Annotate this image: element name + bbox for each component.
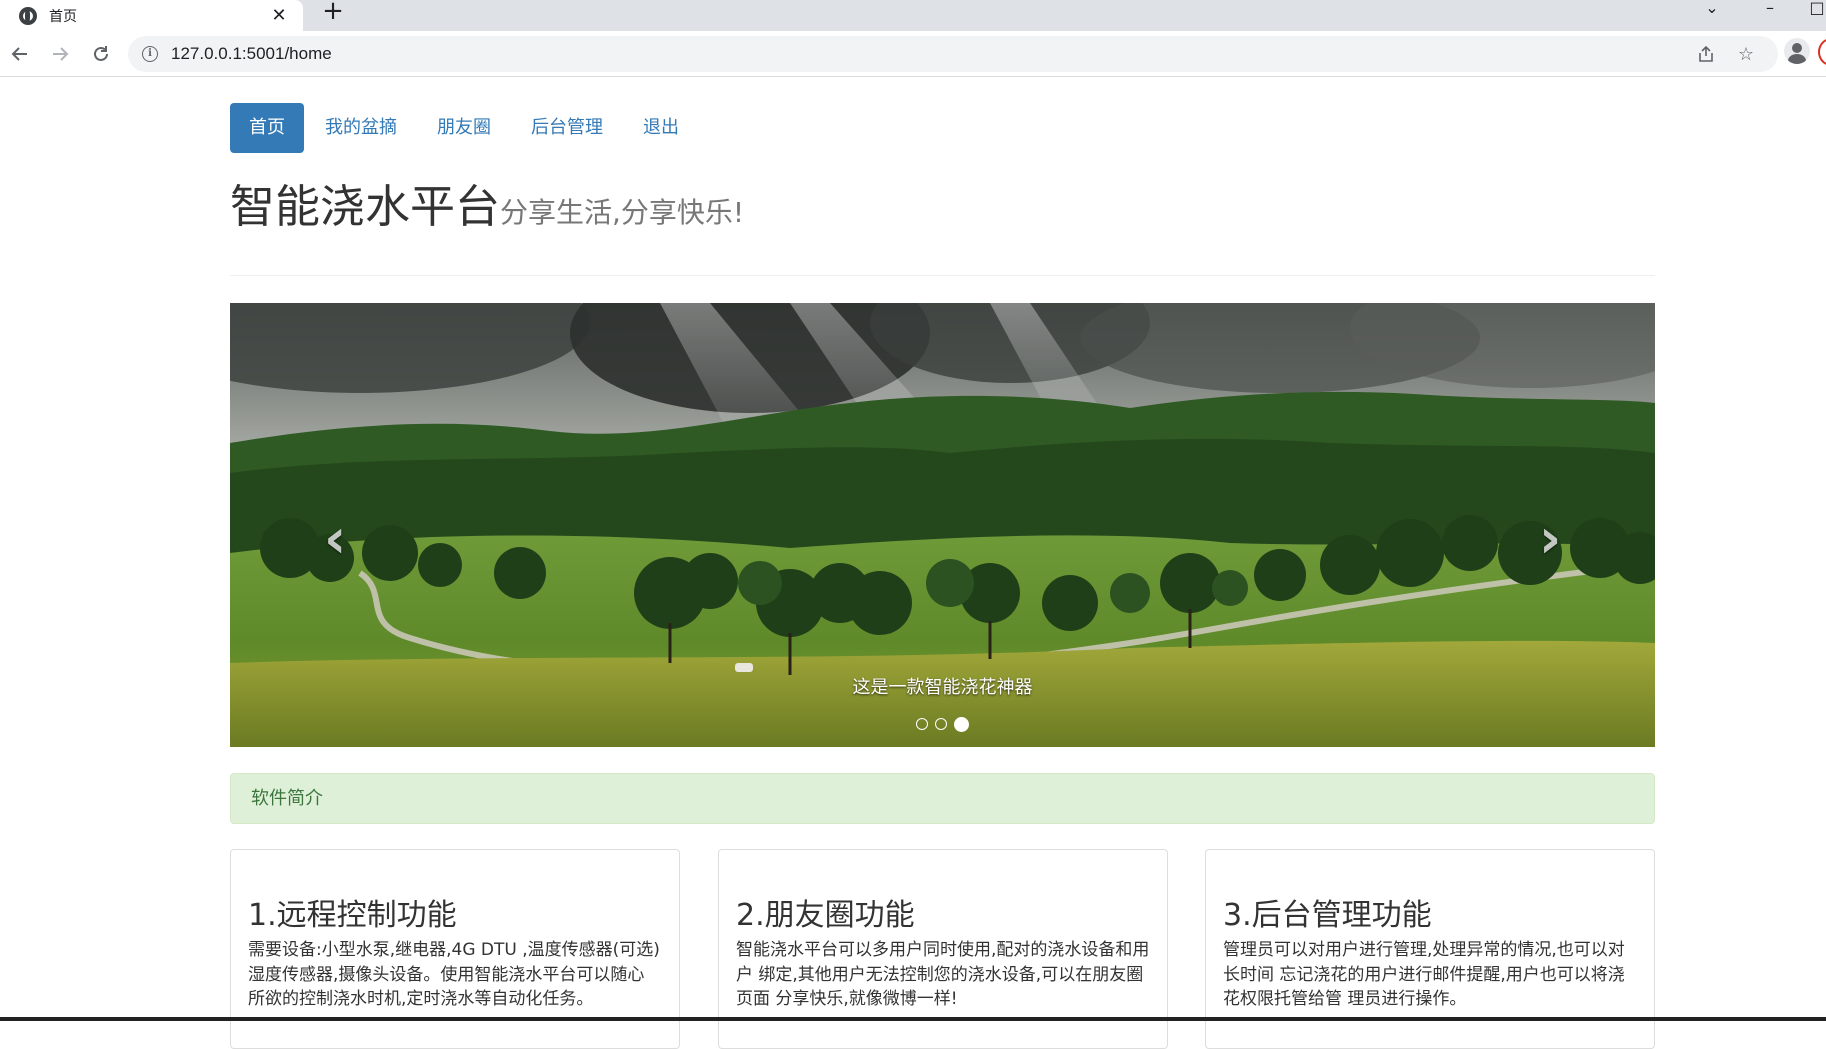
feature-title: 3.后台管理功能 <box>1223 898 1432 933</box>
star-icon[interactable]: ☆ <box>1734 42 1758 66</box>
carousel: ‹ › 这是一款智能浇花神器 <box>230 303 1655 747</box>
carousel-dot-2[interactable] <box>935 718 947 730</box>
tab-search-icon[interactable]: ⌄ <box>1700 0 1724 20</box>
nav-moments[interactable]: 朋友圈 <box>418 103 510 153</box>
feature-title: 2.朋友圈功能 <box>736 898 915 933</box>
site-title: 智能浇水平台 <box>230 180 501 233</box>
new-tab-button[interactable]: + <box>318 0 348 24</box>
feature-text: 需要设备:小型水泵,继电器,4G DTU ,温度传感器(可选) 湿度传感器,摄像… <box>248 940 660 1009</box>
chevron-left-icon: ‹ <box>324 507 347 570</box>
page-title: 智能浇水平台分享生活,分享快乐! <box>230 170 744 235</box>
globe-icon <box>19 6 37 25</box>
address-bar[interactable]: i 127.0.0.1:5001/home ☆ <box>128 36 1778 72</box>
carousel-indicators <box>230 715 1655 733</box>
browser-tab-strip: 首页 ✕ + ⌄ – □ <box>0 0 1826 31</box>
forward-icon[interactable] <box>46 40 74 68</box>
info-icon[interactable]: i <box>142 46 158 62</box>
chevron-right-icon: › <box>1539 507 1562 570</box>
tab-title: 首页 <box>49 8 77 25</box>
page: 首页 我的盆摘 朋友圈 后台管理 退出 智能浇水平台分享生活,分享快乐! ‹ ›… <box>0 78 1826 1049</box>
feature-text: 智能浇水平台可以多用户同时使用,配对的浇水设备和用户 绑定,其他用户无法控制您的… <box>736 940 1150 1009</box>
nav-logout[interactable]: 退出 <box>624 103 698 153</box>
carousel-dot-3[interactable] <box>954 716 969 732</box>
back-icon[interactable] <box>6 40 34 68</box>
nav-my-plants[interactable]: 我的盆摘 <box>306 103 416 153</box>
reload-icon[interactable] <box>87 40 115 68</box>
nav-home[interactable]: 首页 <box>230 103 304 153</box>
nav-admin[interactable]: 后台管理 <box>512 103 622 153</box>
minimize-icon[interactable]: – <box>1758 0 1782 20</box>
feature-text: 管理员可以对用户进行管理,处理异常的情况,也可以对长时间 忘记浇花的用户进行邮件… <box>1223 940 1625 1009</box>
carousel-caption: 这是一款智能浇花神器 <box>852 677 1033 698</box>
close-icon[interactable]: ✕ <box>267 4 291 28</box>
window-bottom-edge <box>0 1017 1826 1021</box>
intro-alert: 软件简介 <box>230 773 1655 824</box>
share-icon[interactable] <box>1694 42 1718 66</box>
browser-toolbar: i 127.0.0.1:5001/home ☆ <box>0 31 1826 77</box>
profile-icon[interactable] <box>1784 38 1810 64</box>
browser-tab[interactable]: 首页 ✕ <box>0 0 303 31</box>
site-subtitle: 分享生活,分享快乐! <box>500 196 745 229</box>
nav-pills: 首页 我的盆摘 朋友圈 后台管理 退出 <box>230 103 700 153</box>
maximize-icon[interactable]: □ <box>1808 0 1826 20</box>
feature-title: 1.远程控制功能 <box>248 898 457 933</box>
carousel-dot-1[interactable] <box>916 718 928 730</box>
url-text[interactable]: 127.0.0.1:5001/home <box>171 44 332 64</box>
